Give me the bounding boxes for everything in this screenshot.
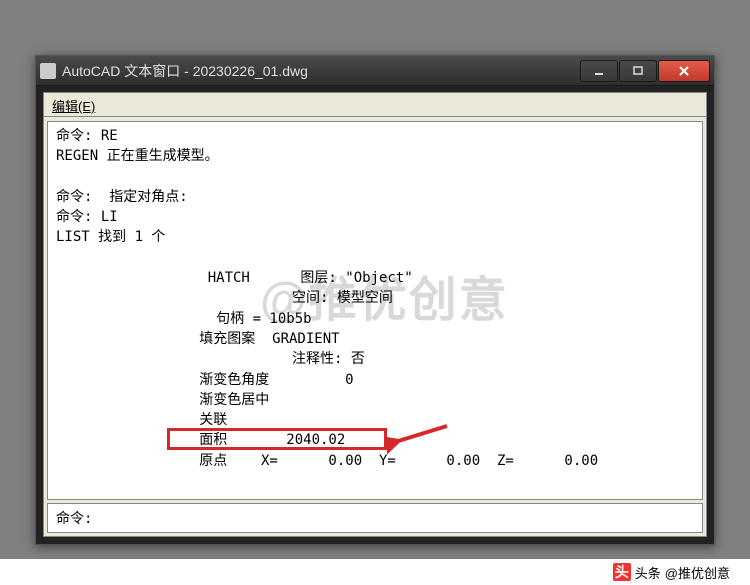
- app-icon: [40, 63, 56, 79]
- text-output[interactable]: 命令: RE REGEN 正在重生成模型。 命令: 指定对角点: 命令: LI …: [47, 121, 703, 500]
- menu-edit[interactable]: 编辑(E): [52, 99, 95, 114]
- command-input[interactable]: 命令:: [47, 503, 703, 533]
- toutiao-icon: 头: [613, 563, 631, 581]
- client-area: 编辑(E) 命令: RE REGEN 正在重生成模型。 命令: 指定对角点: 命…: [43, 92, 707, 537]
- titlebar[interactable]: AutoCAD 文本窗口 - 20230226_01.dwg: [36, 56, 714, 86]
- window-frame: AutoCAD 文本窗口 - 20230226_01.dwg 编辑(E) 命令:…: [35, 55, 715, 545]
- footer-source: 头条: [635, 563, 661, 582]
- footer-attribution: 头 头条 @推优创意: [0, 559, 750, 585]
- close-button[interactable]: [658, 60, 710, 82]
- window-title: AutoCAD 文本窗口 - 20230226_01.dwg: [62, 61, 579, 81]
- menubar: 编辑(E): [44, 93, 706, 117]
- maximize-button[interactable]: [619, 60, 657, 82]
- minimize-button[interactable]: [580, 60, 618, 82]
- footer-author: @推优创意: [665, 563, 730, 582]
- command-prompt: 命令:: [56, 511, 92, 527]
